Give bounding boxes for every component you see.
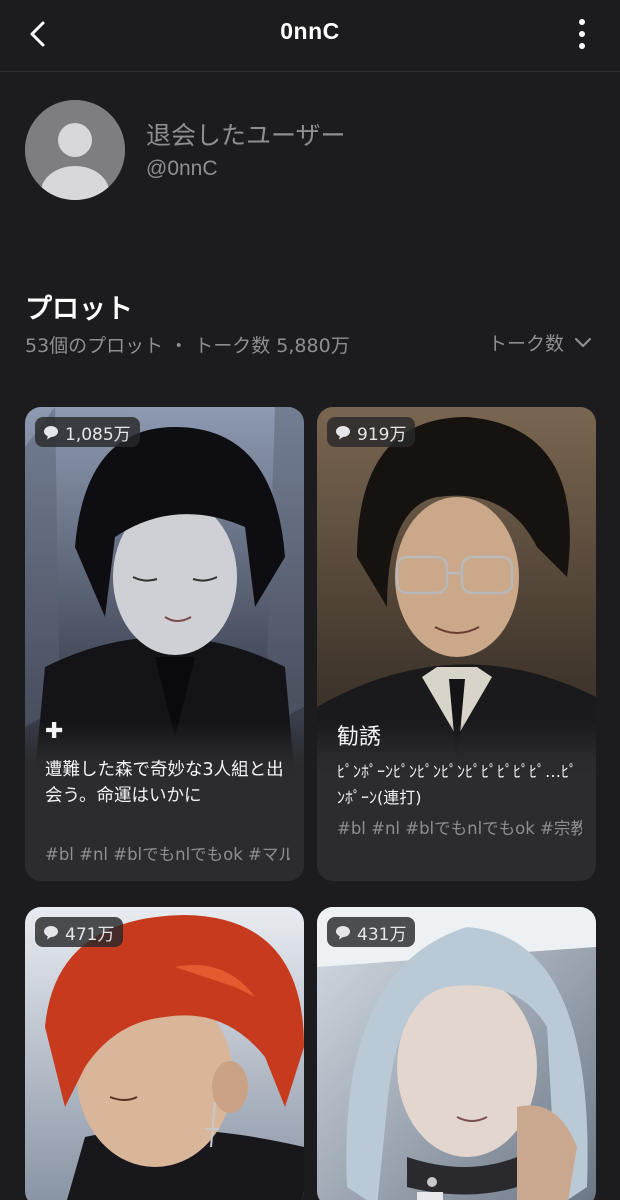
card-description: 遭難した森で奇妙な3人組と出会う。命運はいかに (45, 760, 284, 806)
plot-card[interactable]: 471万 (25, 907, 304, 1200)
section-title: プロット (25, 294, 133, 325)
avatar (25, 100, 125, 200)
talk-count: 1,085万 (65, 424, 131, 445)
talk-count: 471万 (65, 924, 115, 945)
character-illustration (25, 907, 304, 1200)
chat-bubble-icon (336, 925, 350, 939)
plot-card[interactable]: 431万 (317, 907, 596, 1200)
chat-bubble-icon (336, 425, 350, 439)
card-tags: #bl #nl #blでもnlでもok #宗教 (337, 819, 582, 838)
plot-stats: 53個のプロット ・ トーク数 5,880万 (25, 335, 350, 357)
card-title: ✚ (45, 719, 64, 744)
talk-count-badge: 1,085万 (35, 417, 140, 447)
chat-bubble-icon (44, 925, 58, 939)
card-tags: #bl #nl #blでもnlでもok #マル (45, 845, 290, 864)
card-description: ﾋﾟﾝﾎﾟｰﾝﾋﾟﾝﾋﾟﾝﾋﾟﾝﾋﾟﾋﾟﾋﾟﾋﾟﾋﾟ…ﾋﾟﾝﾎﾟｰﾝ(連打) (337, 762, 578, 807)
talk-count: 431万 (357, 924, 407, 945)
chat-bubble-icon (44, 425, 58, 439)
talk-count-badge: 431万 (327, 917, 416, 947)
talk-count: 919万 (357, 424, 407, 445)
page-title: 0nnC (280, 18, 340, 44)
top-bar: 0nnC (0, 0, 620, 72)
sort-label: トーク数 (487, 333, 564, 355)
plot-card[interactable]: 1,085万 ✚ 遭難した森で奇妙な3人組と出会う。命運はいかに #bl #nl… (25, 407, 304, 881)
profile-name: 退会したユーザー (146, 121, 346, 150)
more-vertical-icon (579, 19, 585, 49)
character-illustration (317, 907, 596, 1200)
card-title: 勧誘 (337, 725, 382, 750)
talk-count-badge: 919万 (327, 417, 416, 447)
more-options-button[interactable] (562, 14, 602, 54)
talk-count-badge: 471万 (35, 917, 124, 947)
plot-card[interactable]: 919万 勧誘 ﾋﾟﾝﾎﾟｰﾝﾋﾟﾝﾋﾟﾝﾋﾟﾝﾋﾟﾋﾟﾋﾟﾋﾟﾋﾟ…ﾋﾟﾝﾎﾟ… (317, 407, 596, 881)
default-user-icon (25, 100, 125, 200)
profile-screen: 0nnC 退会したユーザー @0nnC プロット 53個のプロット ・ トーク数… (0, 0, 620, 1200)
profile-handle: @0nnC (146, 157, 218, 180)
chevron-down-icon (574, 337, 592, 347)
sort-dropdown[interactable]: トーク数 (488, 329, 592, 356)
